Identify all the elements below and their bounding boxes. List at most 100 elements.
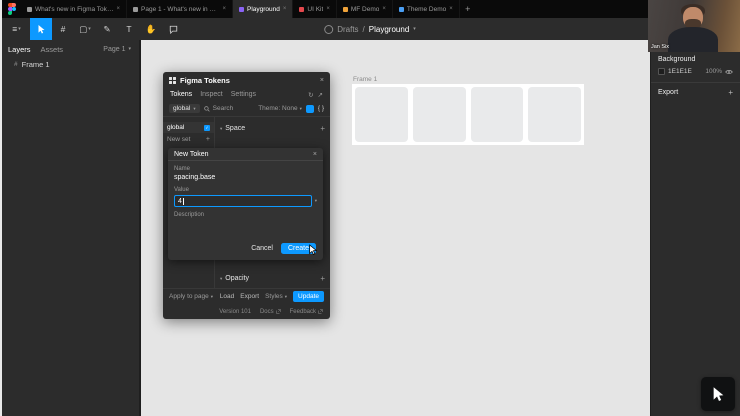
color-swatch[interactable] <box>658 68 665 75</box>
plugin-header[interactable]: Figma Tokens × <box>163 72 330 88</box>
figma-app: What's new in Figma Tokens and wh... × P… <box>0 0 740 416</box>
close-tab-icon[interactable]: × <box>326 6 330 12</box>
figma-logo[interactable] <box>3 0 21 18</box>
card-rectangle[interactable] <box>471 87 524 142</box>
page-selector[interactable]: Page 1 ▾ <box>103 46 131 53</box>
menu-button[interactable]: ≡ ▾ <box>3 18 30 40</box>
close-tab-icon[interactable]: × <box>382 6 386 12</box>
set-checkbox[interactable]: ✓ <box>204 125 210 131</box>
token-value-input[interactable]: 4 <box>174 195 312 207</box>
styles-toggle-icon[interactable] <box>306 105 314 113</box>
breadcrumb[interactable]: Drafts / Playground ▾ <box>324 18 416 40</box>
tab-playground[interactable]: Playground × <box>233 0 293 18</box>
feedback-link[interactable]: Feedback <box>290 309 323 315</box>
visibility-eye-icon[interactable] <box>725 69 733 75</box>
section-opacity[interactable]: ▾ Opacity + <box>215 272 330 285</box>
toolbar: ≡ ▾ # ▢ ▾ ✎ T ✋ Drafts / Playground ▾ <box>0 18 740 40</box>
json-view-toggle[interactable]: { } <box>318 105 324 112</box>
modal-close-icon[interactable]: × <box>313 151 317 158</box>
file-icon <box>343 7 348 12</box>
background-color-row: 1E1E1E 100% <box>651 66 740 80</box>
token-name-input[interactable]: spacing.base <box>174 174 317 181</box>
token-description-input[interactable] <box>174 220 317 236</box>
export-button[interactable]: Export <box>240 293 259 300</box>
tab-assets[interactable]: Assets <box>41 45 64 54</box>
plugin-tab-inspect[interactable]: Inspect <box>200 91 223 98</box>
tab-theme-demo[interactable]: Theme Demo × <box>393 0 460 18</box>
new-set-label: New set <box>167 136 190 143</box>
section-space[interactable]: ▾ Space + <box>215 122 330 135</box>
share-icon[interactable]: ↗ <box>318 91 323 99</box>
plugin-tab-settings[interactable]: Settings <box>231 91 256 98</box>
close-tab-icon[interactable]: × <box>449 6 453 12</box>
tab-ui-kit[interactable]: UI Kit × <box>293 0 336 18</box>
layer-frame-1[interactable]: # Frame 1 <box>0 56 139 72</box>
tab-bar: What's new in Figma Tokens and wh... × P… <box>0 0 740 18</box>
frame-name-label[interactable]: Frame 1 <box>353 76 377 83</box>
frame-icon: # <box>61 24 66 34</box>
token-set-dropdown[interactable]: global ▾ <box>169 104 200 113</box>
tab-label: What's new in Figma Tokens and wh... <box>35 6 113 13</box>
mouse-cursor <box>308 243 318 261</box>
plugin-close-icon[interactable]: × <box>320 77 324 84</box>
refresh-icon[interactable]: ↻ <box>308 91 313 99</box>
background-section-title: Background <box>658 56 695 63</box>
text-tool-button[interactable]: T <box>118 18 140 40</box>
move-cursor-icon <box>37 24 46 35</box>
chevron-down-icon[interactable]: ▾ <box>413 26 416 32</box>
tab-whats-new[interactable]: What's new in Figma Tokens and wh... × <box>21 0 127 18</box>
search-icon <box>204 106 210 112</box>
hand-icon: ✋ <box>146 24 157 35</box>
divider <box>651 82 740 83</box>
move-tool-button[interactable] <box>30 18 52 40</box>
canvas-frame[interactable] <box>352 84 584 145</box>
pen-tool-button[interactable]: ✎ <box>96 18 118 40</box>
chevron-down-icon: ▾ <box>18 26 21 32</box>
tab-label: Theme Demo <box>407 6 446 13</box>
new-set-button[interactable]: New set + <box>163 133 214 146</box>
close-tab-icon[interactable]: × <box>116 6 120 12</box>
card-rectangle[interactable] <box>355 87 408 142</box>
tab-layers[interactable]: Layers <box>8 45 31 54</box>
search-input[interactable]: Search <box>204 105 234 112</box>
shape-tool-button[interactable]: ▢ ▾ <box>74 18 96 40</box>
plugin-tab-tokens[interactable]: Tokens <box>170 91 192 98</box>
add-export-button[interactable]: + <box>728 88 733 97</box>
screen-edge <box>0 0 2 416</box>
external-link-icon <box>318 309 323 314</box>
load-button[interactable]: Load <box>220 293 234 300</box>
hand-tool-button[interactable]: ✋ <box>140 18 162 40</box>
color-hex-value[interactable]: 1E1E1E <box>668 68 692 75</box>
close-tab-icon[interactable]: × <box>283 6 287 12</box>
properties-panel: Background 1E1E1E 100% Export + <box>650 40 740 416</box>
plus-icon: + <box>206 136 210 143</box>
token-set-global[interactable]: global ✓ <box>163 122 214 133</box>
update-button[interactable]: Update <box>293 291 324 302</box>
description-label: Description <box>174 212 317 218</box>
cancel-button[interactable]: Cancel <box>251 245 273 252</box>
text-caret <box>183 198 184 205</box>
add-token-button[interactable]: + <box>320 124 325 133</box>
chevron-down-icon: ▾ <box>285 294 287 300</box>
export-section: Export + <box>651 85 740 100</box>
tab-label: MF Demo <box>351 6 380 13</box>
tab-page1[interactable]: Page 1 - What's new in Figma Token... × <box>127 0 233 18</box>
cursor-arrow-icon <box>711 386 726 403</box>
theme-selector[interactable]: Theme: None ▾ <box>258 105 302 112</box>
add-token-button[interactable]: + <box>320 274 325 283</box>
apply-to-page-selector[interactable]: Apply to page ▾ <box>169 293 213 300</box>
comment-tool-button[interactable] <box>162 18 184 40</box>
card-rectangle[interactable] <box>413 87 466 142</box>
frame-tool-button[interactable]: # <box>52 18 74 40</box>
opacity-value[interactable]: 100% <box>705 68 722 75</box>
layers-panel-header: Layers Assets Page 1 ▾ <box>0 40 139 56</box>
figma-logo-icon <box>8 3 16 15</box>
card-rectangle[interactable] <box>528 87 581 142</box>
new-tab-button[interactable]: + <box>460 0 476 18</box>
styles-dropdown[interactable]: Styles ▾ <box>265 293 287 300</box>
chevron-down-icon[interactable]: ▾ <box>315 198 317 204</box>
docs-link[interactable]: Docs <box>260 309 281 315</box>
close-tab-icon[interactable]: × <box>222 6 226 12</box>
apply-label: Apply to page <box>169 293 209 300</box>
tab-mf-demo[interactable]: MF Demo × <box>337 0 393 18</box>
